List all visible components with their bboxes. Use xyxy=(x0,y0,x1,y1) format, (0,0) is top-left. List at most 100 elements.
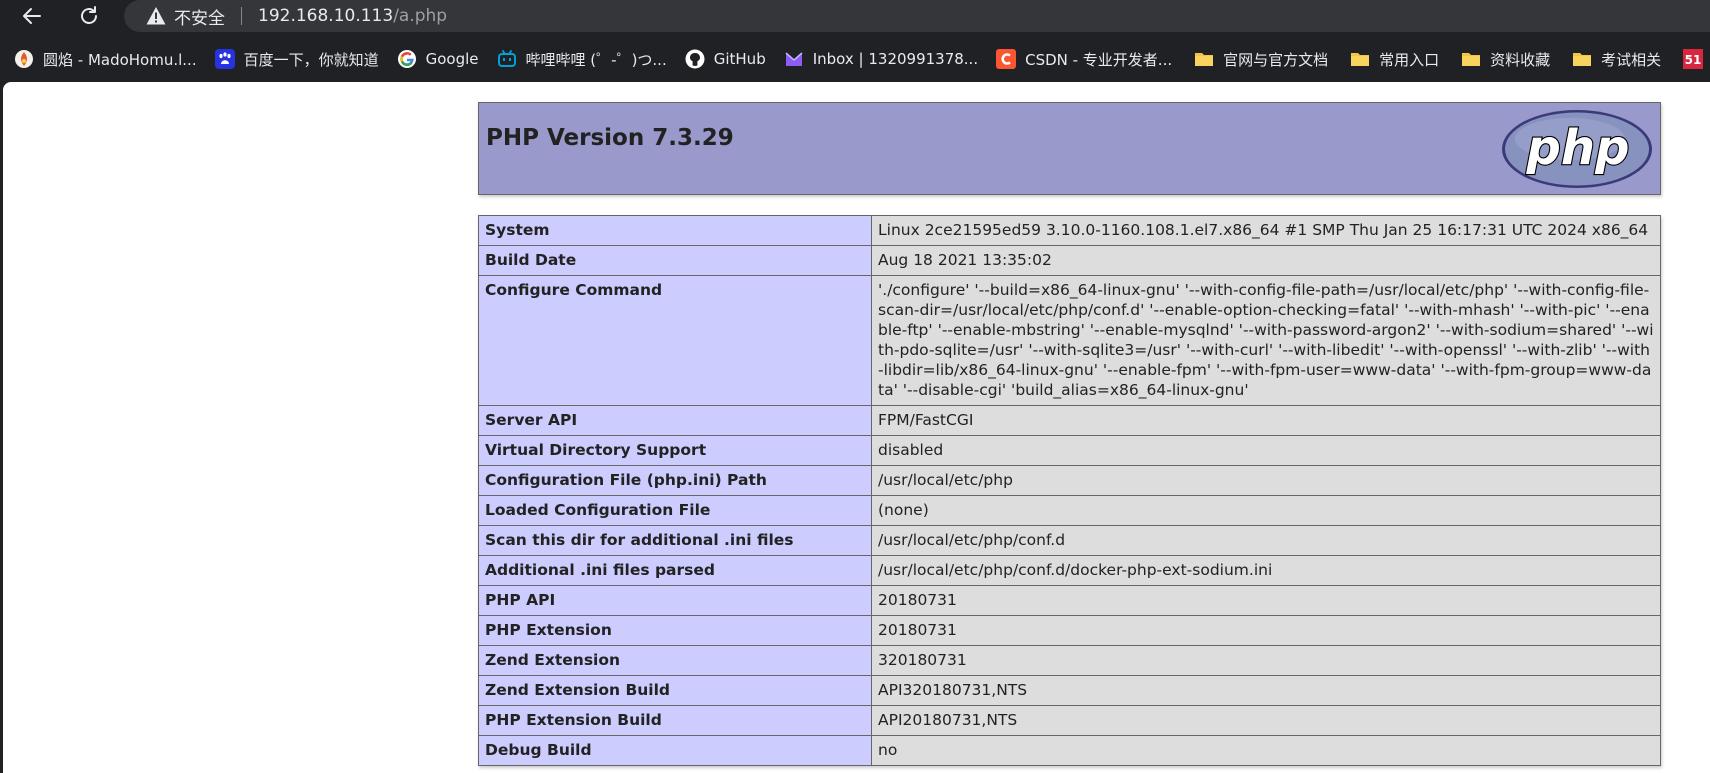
table-row: PHP Extension Build API20180731,NTS xyxy=(478,705,1661,736)
row-key: PHP Extension Build xyxy=(478,705,872,736)
row-key: Zend Extension xyxy=(478,645,872,676)
table-row: Virtual Directory Support disabled xyxy=(478,435,1661,466)
row-value: './configure' '--build=x86_64-linux-gnu'… xyxy=(871,275,1661,406)
table-row: Configure Command './configure' '--build=… xyxy=(478,275,1661,406)
row-value: /usr/local/etc/php/conf.d/docker-php-ext… xyxy=(871,555,1661,586)
bookmark-label: 资料收藏 xyxy=(1490,50,1551,69)
table-row: System Linux 2ce21595ed59 3.10.0-1160.108… xyxy=(478,215,1661,246)
row-value: 320180731 xyxy=(871,645,1661,676)
omnibox[interactable]: 不安全 192.168.10.113/a.php xyxy=(124,0,1710,32)
bookmark-label: GitHub xyxy=(713,50,766,68)
security-label[interactable]: 不安全 xyxy=(174,4,225,29)
url-path[interactable]: /a.php xyxy=(393,6,447,26)
row-value: disabled xyxy=(871,435,1661,466)
bookmark-label: 哔哩哔哩 (゜-゜)つ... xyxy=(525,50,667,69)
reload-button[interactable] xyxy=(71,0,107,32)
row-value: /usr/local/etc/php/conf.d xyxy=(871,525,1661,556)
table-row: Zend Extension 320180731 xyxy=(478,645,1661,676)
bookmark-label: 常用入口 xyxy=(1379,50,1440,69)
table-row: Additional .ini files parsed/usr/local/e… xyxy=(478,555,1661,586)
bookmark-label: 官网与官方文档 xyxy=(1223,50,1329,69)
table-row: Configuration File (php.ini) Path/usr/lo… xyxy=(478,465,1661,496)
table-row: Loaded Configuration File (none) xyxy=(478,495,1661,526)
bookmark-madohomu[interactable]: 圆焰 - MadoHomu.l... xyxy=(14,49,197,70)
row-key: PHP Extension xyxy=(478,615,872,646)
phpinfo-header: PHP Version 7.3.29 php xyxy=(478,102,1661,195)
bilibili-tv-icon xyxy=(497,49,517,69)
bookmark-label: 考试相关 xyxy=(1601,50,1662,69)
row-value: 20180731 xyxy=(871,615,1661,646)
table-row: PHP API 20180731 xyxy=(478,585,1661,616)
row-value: no xyxy=(871,735,1661,766)
row-key: Server API xyxy=(478,405,872,436)
page-viewport: PHP Version 7.3.29 php System Linux 2ce21… xyxy=(3,82,1710,773)
phpinfo-table-body: System Linux 2ce21595ed59 3.10.0-1160.108… xyxy=(478,215,1661,766)
bookmark-csdn[interactable]: CSDN - 专业开发者... xyxy=(996,49,1172,70)
bookmark-label: Google xyxy=(425,50,479,68)
bookmark-bilibili[interactable]: 哔哩哔哩 (゜-゜)つ... xyxy=(497,49,667,70)
omnibox-divider xyxy=(241,7,242,25)
table-row: PHP Extension 20180731 xyxy=(478,615,1661,646)
bookmark-label: 百度一下，你就知道 xyxy=(243,50,379,69)
bookmark-label: Inbox | 1320991378... xyxy=(812,50,979,68)
folder-icon xyxy=(1350,49,1370,69)
row-value: Linux 2ce21595ed59 3.10.0-1160.108.1.el7… xyxy=(871,215,1661,246)
row-key: Virtual Directory Support xyxy=(478,435,872,466)
page-title: PHP Version 7.3.29 xyxy=(486,125,734,151)
bookmark-github[interactable]: GitHub xyxy=(685,49,766,69)
bookmarks-bar: 圆焰 - MadoHomu.l... 百度一下，你就知道 Google 哔哩哔哩… xyxy=(0,40,1710,78)
table-row: Zend Extension Build API320180731,NTS xyxy=(478,675,1661,706)
baidu-paw-icon xyxy=(214,49,235,69)
row-key: System xyxy=(478,215,872,246)
row-key: Configuration File (php.ini) Path xyxy=(478,465,872,496)
bookmark-folder-docs[interactable]: 官网与官方文档 xyxy=(1194,49,1328,70)
url-host[interactable]: 192.168.10.113 xyxy=(258,6,393,26)
php-logo-text: php xyxy=(1526,120,1630,176)
row-key: PHP API xyxy=(478,585,872,616)
back-button[interactable] xyxy=(14,0,50,32)
bookmark-folder-resources[interactable]: 资料收藏 xyxy=(1461,49,1550,70)
reload-icon xyxy=(81,6,97,24)
row-key: Loaded Configuration File xyxy=(478,495,872,526)
warning-triangle-icon[interactable] xyxy=(146,6,166,26)
bookmark-label: 圆焰 - MadoHomu.l... xyxy=(43,50,197,69)
bookmark-inbox[interactable]: Inbox | 1320991378... xyxy=(784,49,978,69)
back-arrow-icon xyxy=(23,8,41,24)
row-value: API20180731,NTS xyxy=(871,705,1661,736)
csdn-icon xyxy=(996,49,1017,69)
php-logo-icon: php xyxy=(1502,110,1652,188)
row-key: Debug Build xyxy=(478,735,872,766)
row-key: Build Date xyxy=(478,245,872,276)
row-value: API320180731,NTS xyxy=(871,675,1661,706)
bookmark-google[interactable]: Google xyxy=(397,49,479,69)
folder-icon xyxy=(1461,49,1481,69)
proton-mail-icon xyxy=(784,49,804,69)
table-row: Scan this dir for additional .ini files /… xyxy=(478,525,1661,556)
svg-text:51: 51 xyxy=(1685,53,1702,67)
madohomu-icon xyxy=(14,49,34,69)
bookmark-51[interactable]: 51 ml xyxy=(1683,49,1710,69)
folder-icon xyxy=(1572,49,1592,69)
51-icon: 51 xyxy=(1683,49,1704,69)
row-value: /usr/local/etc/php xyxy=(871,465,1661,496)
folder-icon xyxy=(1194,49,1214,69)
row-key: Zend Extension Build xyxy=(478,675,872,706)
row-value: Aug 18 2021 13:35:02 xyxy=(871,245,1661,276)
address-bar: 不安全 192.168.10.113/a.php xyxy=(0,0,1710,32)
row-value: 20180731 xyxy=(871,585,1661,616)
table-row: Debug Build no xyxy=(478,735,1661,766)
row-key: Configure Command xyxy=(478,275,872,406)
table-row: Server API FPM/FastCGI xyxy=(478,405,1661,436)
github-icon xyxy=(685,49,705,69)
row-value: (none) xyxy=(871,495,1661,526)
bookmark-baidu[interactable]: 百度一下，你就知道 xyxy=(214,49,379,70)
table-row: Build Date Aug 18 2021 13:35:02 xyxy=(478,245,1661,276)
bookmark-folder-common[interactable]: 常用入口 xyxy=(1350,49,1439,70)
phpinfo-table: System Linux 2ce21595ed59 3.10.0-1160.108… xyxy=(478,215,1661,766)
google-icon xyxy=(397,49,417,69)
row-key: Additional .ini files parsed xyxy=(478,555,872,586)
bookmark-folder-exams[interactable]: 考试相关 xyxy=(1572,49,1661,70)
bookmark-label: CSDN - 专业开发者... xyxy=(1025,50,1173,69)
row-key: Scan this dir for additional .ini files xyxy=(478,525,872,556)
row-value: FPM/FastCGI xyxy=(871,405,1661,436)
